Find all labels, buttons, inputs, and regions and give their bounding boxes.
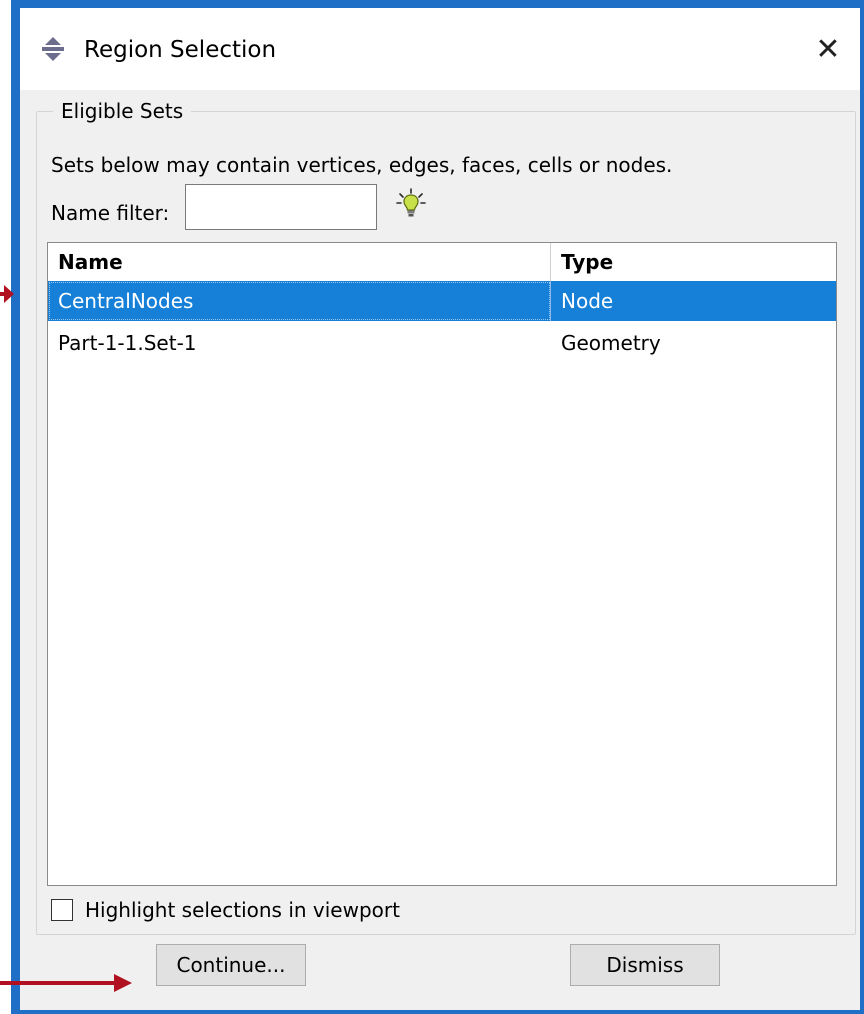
row-type-cell: Geometry [561, 331, 661, 355]
region-selection-dialog: Region Selection ✕ Eligible Sets Sets be… [20, 8, 860, 1010]
sets-description: Sets below may contain vertices, edges, … [51, 153, 673, 177]
row-type-cell: Node [561, 289, 614, 313]
group-legend: Eligible Sets [53, 98, 192, 124]
name-filter-input[interactable] [185, 184, 377, 230]
sets-table[interactable]: Name Type CentralNodes Node Part-1-1.Set… [47, 242, 837, 886]
eligible-sets-group: Eligible Sets Sets below may contain ver… [36, 98, 856, 935]
dismiss-button[interactable]: Dismiss [570, 944, 720, 986]
continue-button[interactable]: Continue... [156, 944, 306, 986]
name-filter-label: Name filter: [51, 201, 170, 225]
table-row[interactable]: CentralNodes Node [48, 281, 836, 321]
column-header-name[interactable]: Name [48, 243, 551, 281]
highlight-checkbox[interactable] [51, 899, 73, 921]
lightbulb-icon[interactable] [395, 188, 427, 220]
highlight-checkbox-label: Highlight selections in viewport [85, 898, 400, 922]
window-title: Region Selection [84, 37, 277, 63]
column-header-type[interactable]: Type [551, 243, 836, 281]
table-header: Name Type [48, 243, 836, 281]
row-name-cell: Part-1-1.Set-1 [58, 331, 197, 355]
title-bar[interactable]: Region Selection ✕ [20, 8, 860, 90]
region-selection-icon [42, 37, 64, 61]
table-row[interactable]: Part-1-1.Set-1 Geometry [48, 323, 836, 363]
close-icon: ✕ [815, 31, 841, 67]
close-button[interactable]: ✕ [796, 8, 860, 90]
row-name-cell: CentralNodes [48, 281, 551, 321]
